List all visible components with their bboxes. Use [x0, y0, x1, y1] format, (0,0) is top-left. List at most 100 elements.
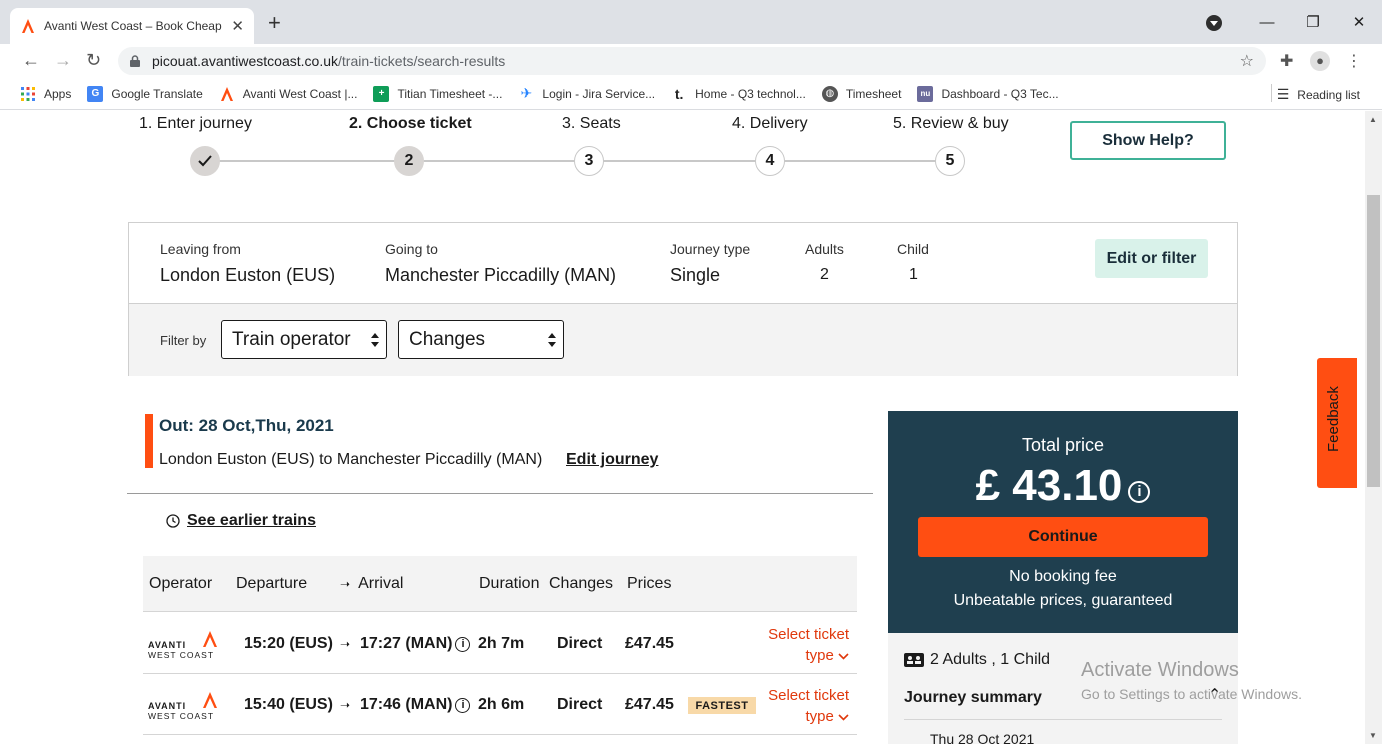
- scroll-down-icon[interactable]: ▼: [1369, 731, 1377, 740]
- operator-line-1: AVANTI: [148, 701, 186, 711]
- train-operator-select-value: Train operator: [232, 328, 351, 350]
- scrollbar-thumb[interactable]: [1367, 195, 1380, 487]
- see-earlier-trains-link[interactable]: See earlier trains: [166, 512, 316, 530]
- reading-list-label: Reading list: [1297, 87, 1360, 102]
- page-scrollbar[interactable]: ▲ ▼: [1365, 111, 1382, 744]
- header-departure: Departure: [236, 575, 308, 592]
- bookmark-dashboard[interactable]: nu Dashboard - Q3 Tec...: [917, 85, 1059, 102]
- step-label-choose-ticket: 2. Choose ticket: [349, 115, 472, 132]
- bookmark-timesheet[interactable]: ◍ Timesheet: [821, 85, 901, 102]
- restore-icon[interactable]: ❐: [1290, 13, 1336, 31]
- changes: Direct: [557, 696, 603, 713]
- avanti-operator-logo: AVANTI WEST COAST: [148, 692, 217, 721]
- avanti-operator-logo: AVANTI WEST COAST: [148, 631, 217, 660]
- show-help-button[interactable]: Show Help?: [1070, 121, 1226, 160]
- train-row[interactable]: AVANTI WEST COAST 15:20 (EUS) ➝ 17:27 (M…: [143, 613, 857, 674]
- operator-line-1: AVANTI: [148, 640, 186, 650]
- duration: 2h 7m: [478, 635, 525, 652]
- bookmark-label: Google Translate: [111, 86, 203, 101]
- browser-tab[interactable]: Avanti West Coast – Book Cheap ✕: [10, 8, 254, 44]
- minimize-icon[interactable]: —: [1244, 14, 1290, 31]
- bookmark-star-icon[interactable]: ☆: [1240, 51, 1254, 71]
- journey-details-box: Leaving from London Euston (EUS) Going t…: [128, 222, 1238, 376]
- close-window-icon[interactable]: ✕: [1336, 13, 1382, 31]
- adults-value: 2: [820, 266, 829, 283]
- ticket-icon: [904, 653, 924, 667]
- tab-close-icon[interactable]: ✕: [231, 17, 244, 35]
- extensions-icon[interactable]: ✚: [1280, 51, 1293, 71]
- changes: Direct: [557, 635, 603, 652]
- browser-toolbar: ← → ↻ picouat.avantiwestcoast.co.uk/trai…: [0, 44, 1382, 78]
- adults-label: Adults: [805, 241, 844, 257]
- select-ticket-type-link[interactable]: Select ticket type: [768, 685, 849, 727]
- filter-row: Filter by Train operator Changes: [129, 304, 1237, 376]
- arrow-right-icon: ➝: [340, 577, 351, 591]
- info-icon[interactable]: i: [455, 698, 471, 713]
- tab-search-icon[interactable]: [1206, 15, 1222, 31]
- step-4-circle: 4: [755, 146, 785, 176]
- info-icon[interactable]: i: [1128, 481, 1151, 503]
- filter-by-label: Filter by: [160, 333, 207, 348]
- reading-list-button[interactable]: ☰ Reading list: [1277, 86, 1360, 103]
- bookmark-avanti[interactable]: Avanti West Coast |...: [219, 86, 358, 102]
- select-ticket-line-2: type: [768, 706, 849, 727]
- summary-divider: [904, 719, 1222, 720]
- operator-line-2: WEST COAST: [148, 711, 214, 721]
- jira-icon: ✈: [520, 85, 533, 101]
- arrival-time-label: 17:27 (MAN): [360, 635, 453, 652]
- bookmark-google-translate[interactable]: G Google Translate: [87, 85, 203, 102]
- clock-icon: [166, 514, 180, 528]
- menu-kebab-icon[interactable]: ⋮: [1346, 51, 1362, 71]
- fastest-badge: FASTEST: [688, 697, 756, 714]
- nu-logo-icon: nu: [917, 85, 934, 102]
- journey-type-value: Single: [670, 265, 721, 285]
- back-icon[interactable]: ←: [22, 50, 40, 71]
- train-operator-select[interactable]: Train operator: [221, 320, 387, 359]
- bookmark-label: Apps: [44, 86, 72, 101]
- train-row[interactable]: AVANTI WEST COAST 15:40 (EUS) ➝ 17:46 (M…: [143, 674, 857, 735]
- header-operator: Operator: [149, 575, 213, 592]
- step-label-enter-journey[interactable]: 1. Enter journey: [139, 115, 252, 133]
- arrow-right-icon: ➝: [340, 637, 351, 651]
- passengers-summary: 2 Adults , 1 Child: [904, 651, 1050, 669]
- step-1-check-icon[interactable]: [190, 146, 220, 176]
- going-to-value: Manchester Piccadilly (MAN): [385, 265, 617, 285]
- profile-avatar-icon[interactable]: ●: [1310, 51, 1330, 71]
- leaving-from-label: Leaving from: [160, 241, 241, 257]
- select-arrows-icon: [548, 333, 556, 347]
- bookmark-label: Home - Q3 technol...: [695, 86, 806, 101]
- select-ticket-type-link[interactable]: Select ticket type: [768, 624, 849, 666]
- bookmark-titian[interactable]: + Titian Timesheet -...: [373, 85, 502, 102]
- feedback-tab[interactable]: Feedback: [1317, 358, 1357, 488]
- continue-button[interactable]: Continue: [918, 517, 1208, 557]
- scroll-up-icon[interactable]: ▲: [1369, 115, 1377, 124]
- address-bar[interactable]: picouat.avantiwestcoast.co.uk/train-tick…: [118, 47, 1266, 75]
- chevron-down-icon: [838, 714, 849, 721]
- passengers-label: 2 Adults , 1 Child: [930, 651, 1051, 668]
- edit-or-filter-button[interactable]: Edit or filter: [1095, 239, 1208, 278]
- changes-select-value: Changes: [409, 328, 486, 350]
- departure-time: 15:40 (EUS): [244, 696, 333, 713]
- arrival-time: 17:27 (MAN) i: [360, 635, 471, 653]
- bookmark-q3-home[interactable]: t. Home - Q3 technol...: [671, 86, 806, 102]
- forward-icon[interactable]: →: [54, 50, 72, 71]
- info-icon[interactable]: i: [455, 637, 471, 652]
- bookmark-jira[interactable]: ✈ Login - Jira Service...: [518, 85, 656, 102]
- child-label: Child: [897, 241, 929, 257]
- journey-summary-heading[interactable]: Journey summary: [904, 689, 1042, 707]
- bookmark-label: Avanti West Coast |...: [242, 86, 358, 101]
- bookmarks-divider: [1271, 84, 1272, 102]
- edit-journey-link[interactable]: Edit journey: [566, 451, 658, 469]
- globe-icon: ◍: [821, 85, 838, 102]
- summary-date: Thu 28 Oct 2021: [930, 731, 1035, 744]
- bookmark-apps[interactable]: Apps: [20, 86, 71, 102]
- chevron-down-icon: [838, 653, 849, 660]
- changes-select[interactable]: Changes: [398, 320, 564, 359]
- select-arrows-icon: [371, 333, 379, 347]
- new-tab-button[interactable]: +: [268, 12, 281, 34]
- reload-icon[interactable]: ↻: [86, 50, 101, 71]
- bookmark-label: Dashboard - Q3 Tec...: [941, 86, 1059, 101]
- watermark-line-2: Go to Settings to activate Windows.: [1081, 686, 1302, 702]
- step-label-review-buy: 5. Review & buy: [893, 115, 1009, 132]
- select-ticket-type-label: type: [805, 708, 834, 725]
